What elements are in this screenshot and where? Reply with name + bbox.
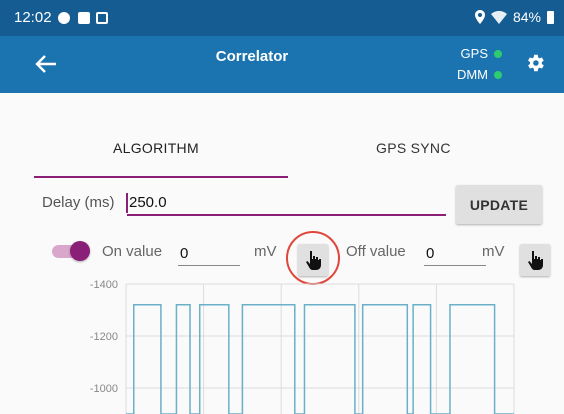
battery-icon <box>547 10 554 24</box>
delay-input[interactable] <box>127 190 446 216</box>
status-right: 84% <box>474 9 554 25</box>
toggle-thumb <box>70 241 90 261</box>
tab-gps-sync[interactable]: GPS SYNC <box>376 140 451 156</box>
dmm-status: DMM <box>457 67 502 82</box>
text-cursor <box>126 193 128 213</box>
y-tick-label: -1400 <box>90 279 118 291</box>
tab-algorithm[interactable]: ALGORITHM <box>113 140 199 156</box>
on-value-label: On value <box>102 243 163 260</box>
correlation-chart: -1400 -1200 -1000 <box>90 279 515 414</box>
checkbox-icon <box>78 12 90 24</box>
on-value-unit: mV <box>254 243 277 260</box>
tab-indicator <box>34 176 288 178</box>
dmm-status-dot <box>494 70 502 79</box>
app-screen: 12:02 84% Correlator GPS DMM ALGORITHM G… <box>0 0 564 414</box>
status-time: 12:02 <box>14 9 52 26</box>
delay-label: Delay (ms) <box>42 194 115 211</box>
gps-status: GPS <box>461 46 502 61</box>
capture-off-value-button[interactable] <box>520 244 550 276</box>
on-value-input[interactable] <box>178 242 240 266</box>
dmm-label: DMM <box>456 67 488 82</box>
page-title: Correlator <box>215 48 289 65</box>
notification-icon <box>58 12 70 24</box>
status-bar: 12:02 84% <box>0 0 564 36</box>
y-tick-label: -1200 <box>90 331 118 343</box>
on-off-toggle[interactable] <box>52 241 92 261</box>
app-bar: Correlator GPS DMM <box>0 36 564 93</box>
wifi-icon <box>490 10 507 24</box>
y-tick-label: -1000 <box>90 383 118 395</box>
off-value-unit: mV <box>482 243 505 260</box>
series-line <box>126 304 514 414</box>
gps-label: GPS <box>460 46 488 61</box>
battery-percent: 84% <box>512 9 541 25</box>
gps-status-dot <box>494 49 502 58</box>
gear-icon[interactable] <box>524 52 546 74</box>
off-value-label: Off value <box>346 243 406 260</box>
touch-icon <box>528 251 543 270</box>
image-icon <box>96 12 108 24</box>
off-value-input[interactable] <box>424 242 486 266</box>
location-icon <box>474 10 485 24</box>
update-button[interactable]: UPDATE <box>456 185 542 224</box>
